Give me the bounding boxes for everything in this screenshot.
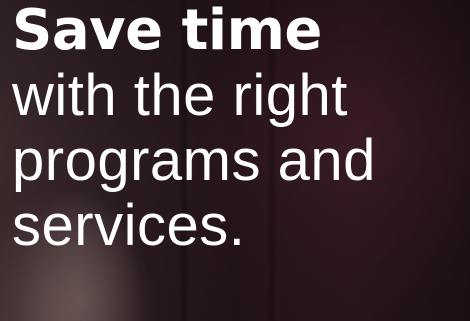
hero-headline: Save time with the right programs and se… <box>12 0 468 258</box>
headline-line-2: programs and <box>12 128 376 193</box>
headline-bold-line: Save time <box>12 0 322 63</box>
headline-line-1: with the right <box>12 63 348 128</box>
hero-banner: Save time with the right programs and se… <box>0 0 470 321</box>
headline-line-3: services. <box>12 193 246 258</box>
